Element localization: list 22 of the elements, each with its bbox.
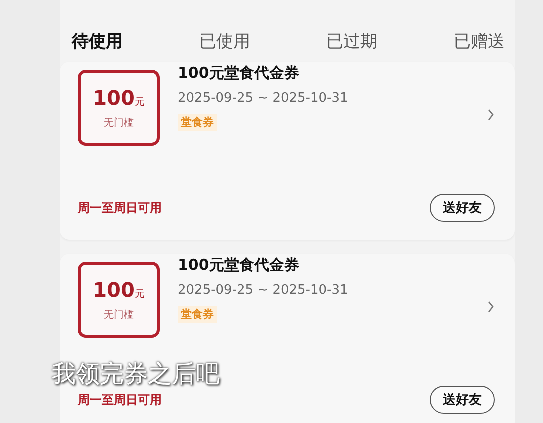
tab[interactable]: 待使用 xyxy=(72,28,123,54)
coupon-dates: 2025-09-25 ~ 2025-10-31 xyxy=(178,91,350,106)
tab[interactable]: 已赠送 xyxy=(454,28,505,54)
tab[interactable]: 已使用 xyxy=(199,28,250,54)
chevron-right-icon[interactable] xyxy=(487,109,495,121)
coupon-tag: 堂食券 xyxy=(178,114,217,131)
gift-button[interactable]: 送好友 xyxy=(430,194,495,222)
coupon-card[interactable]: 100元 无门槛 100元堂食代金券 2025-09-25 ~ 2025-10-31 堂食券 周一至周日可用 送好友 xyxy=(60,62,515,240)
coupon-tag: 堂食券 xyxy=(178,306,217,323)
gift-button[interactable]: 送好友 xyxy=(430,386,495,414)
chevron-right-icon[interactable] xyxy=(487,301,495,313)
availability-text: 周一至周日可用 xyxy=(78,392,162,408)
availability-text: 周一至周日可用 xyxy=(78,200,162,216)
video-caption: 我领完券之后吧 xyxy=(52,359,220,390)
coupon-threshold: 无门槛 xyxy=(104,116,134,130)
coupon-threshold: 无门槛 xyxy=(104,308,134,322)
coupon-title: 100元堂食代金券 xyxy=(178,64,300,83)
tab[interactable]: 已过期 xyxy=(326,28,378,54)
coupon-amount: 100元 xyxy=(93,86,145,110)
coupon-title: 100元堂食代金券 xyxy=(178,256,300,275)
coupon-dates: 2025-09-25 ~ 2025-10-31 xyxy=(178,283,350,298)
coupon-amount: 100元 xyxy=(93,278,145,302)
